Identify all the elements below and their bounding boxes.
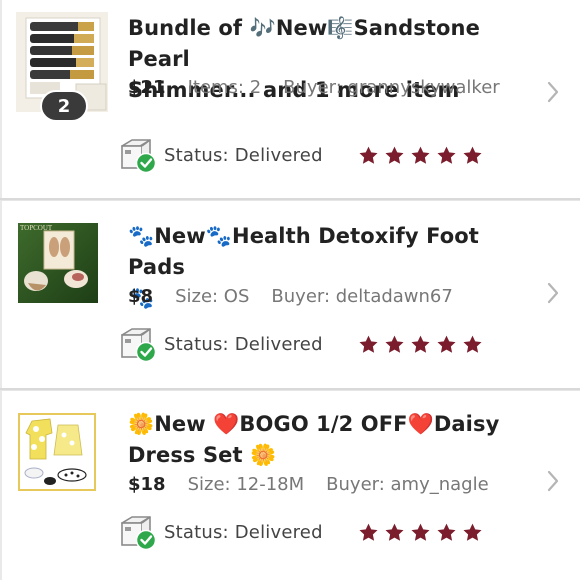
star-icon (437, 146, 456, 164)
order-buyer: Buyer: grannyskywalker (283, 77, 500, 98)
star-icon (359, 335, 378, 353)
rating-stars (358, 334, 483, 356)
star-icon (437, 523, 456, 541)
chevron-right-icon[interactable] (546, 281, 560, 305)
product-thumbnail[interactable] (18, 413, 96, 491)
star-icon (359, 523, 378, 541)
order-meta: $8 Size: OS Buyer: deltadawn67 (128, 285, 540, 309)
order-list: 2 Bundle of 🎶New🎼Sandstone Pearl Shimmer… (0, 0, 580, 580)
order-title-line: Bundle of 🎶New🎼Sandstone Pearl (128, 16, 480, 71)
status-text: Status: Delivered (164, 334, 323, 355)
order-size: Size: OS (175, 286, 250, 307)
chevron-right-icon[interactable] (546, 80, 560, 104)
package-delivered-icon (121, 516, 157, 551)
status-row: Status: Delivered (118, 327, 482, 363)
status-row: Status: Delivered (118, 515, 482, 551)
star-icon (385, 146, 404, 164)
thumbnail-caption: TOPCOUT (20, 224, 53, 232)
star-icon (359, 146, 378, 164)
order-meta: $18 Size: 12-18M Buyer: amy_nagle (128, 473, 540, 497)
status-text: Status: Delivered (164, 145, 323, 166)
order-buyer: Buyer: amy_nagle (326, 474, 489, 495)
package-delivered-icon (121, 139, 157, 174)
star-icon (463, 523, 482, 541)
order-price: $8 (128, 286, 154, 307)
order-title-line: 🌼New ❤️BOGO 1/2 OFF❤️Daisy (128, 412, 500, 436)
star-icon (385, 335, 404, 353)
star-icon (411, 523, 430, 541)
divider (0, 201, 2, 388)
order-buyer: Buyer: deltadawn67 (271, 286, 453, 307)
star-icon (463, 335, 482, 353)
order-meta: $21 Items: 2 Buyer: grannyskywalker (128, 76, 540, 100)
order-title[interactable]: 🌼New ❤️BOGO 1/2 OFF❤️Daisy Dress Set 🌼 (128, 409, 542, 471)
star-icon (385, 523, 404, 541)
product-thumbnail[interactable]: TOPCOUT (18, 223, 98, 303)
order-items-count: Items: 2 (187, 77, 262, 98)
rating-stars (358, 145, 483, 167)
order-size: Size: 12-18M (187, 474, 305, 495)
order-item[interactable]: TOPCOUT 🐾New🐾Health Detoxify Foot Pads 🐾… (0, 200, 580, 390)
order-price: $18 (128, 474, 166, 495)
star-icon (463, 146, 482, 164)
star-icon (411, 335, 430, 353)
order-title-line: 🐾New🐾Health Detoxify Foot Pads (128, 224, 479, 279)
order-title-line: Dress Set 🌼 (128, 443, 277, 467)
order-item[interactable]: 🌼New ❤️BOGO 1/2 OFF❤️Daisy Dress Set 🌼 $… (0, 390, 580, 580)
status-text: Status: Delivered (164, 522, 323, 543)
chevron-right-icon[interactable] (546, 469, 560, 493)
rating-stars (358, 522, 483, 544)
divider (0, 391, 2, 580)
star-icon (437, 335, 456, 353)
divider (0, 0, 2, 198)
status-row: Status: Delivered (118, 138, 482, 174)
star-icon (411, 146, 430, 164)
item-count-badge: 2 (40, 90, 88, 122)
order-item[interactable]: 2 Bundle of 🎶New🎼Sandstone Pearl Shimmer… (0, 0, 580, 200)
package-delivered-icon (121, 328, 157, 363)
order-price: $21 (128, 77, 166, 98)
